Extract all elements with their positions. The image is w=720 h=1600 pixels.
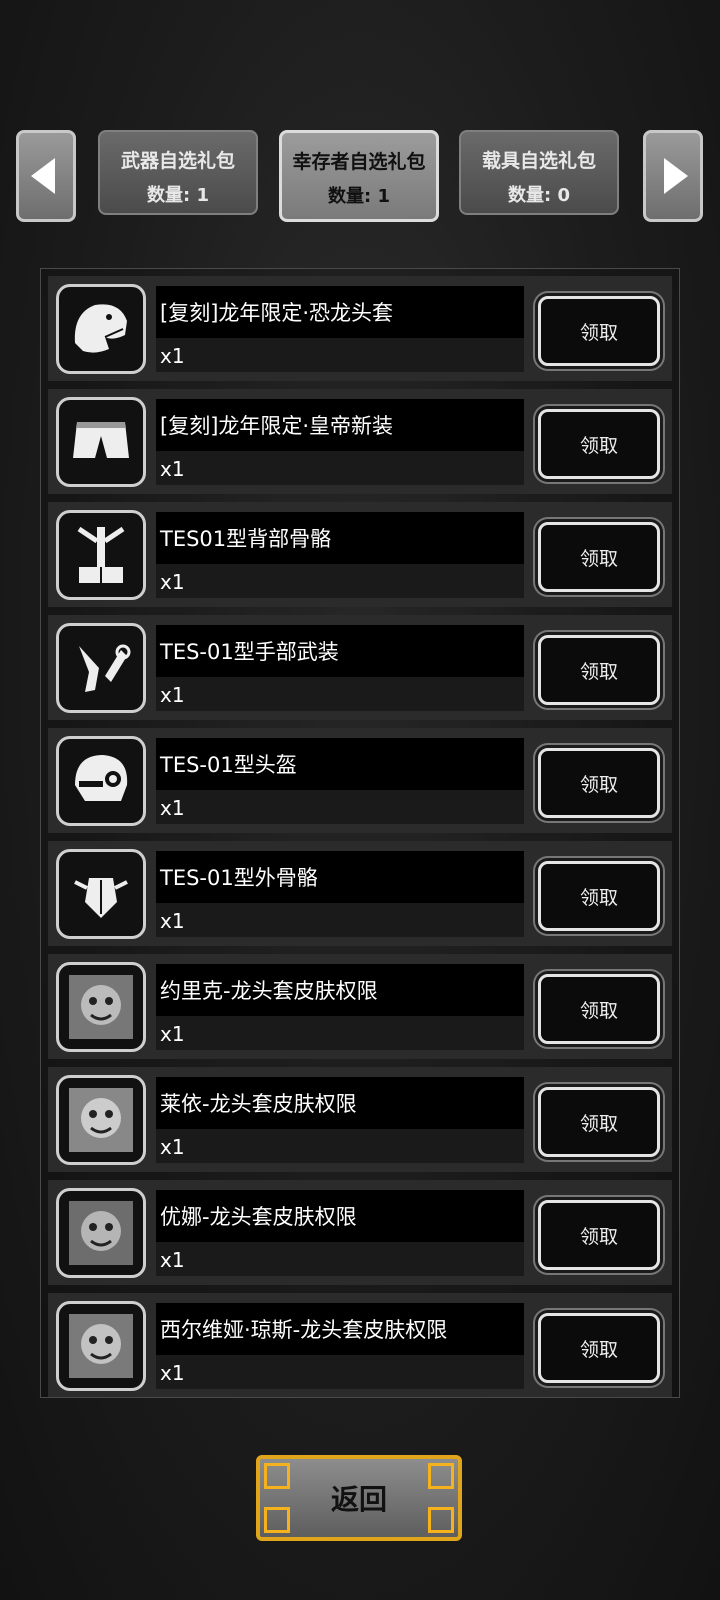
item-name: 约里克-龙头套皮肤权限: [156, 964, 524, 1016]
list-item: TES01型背部骨骼 x1 领取: [48, 502, 672, 607]
next-tab-button[interactable]: [643, 130, 703, 222]
list-item: 约里克-龙头套皮肤权限 x1 领取: [48, 954, 672, 1059]
item-name: TES-01型头盔: [156, 738, 524, 790]
tab-count: 数量: 1: [147, 185, 209, 206]
dragon-skin-portrait-icon: [56, 1301, 146, 1391]
hand-armor-icon: [56, 623, 146, 713]
claim-button[interactable]: 领取: [538, 409, 660, 479]
tab-count: 数量: 1: [328, 186, 390, 207]
arrow-right-icon: [664, 158, 688, 194]
item-quantity: x1: [156, 903, 524, 937]
dragon-skin-portrait-icon: [56, 1075, 146, 1165]
shorts-icon: [56, 397, 146, 487]
claim-button[interactable]: 领取: [538, 748, 660, 818]
item-quantity: x1: [156, 1242, 524, 1276]
tab-label: 幸存者自选礼包: [292, 151, 426, 173]
back-exoskeleton-icon: [56, 510, 146, 600]
tab-vehicle-pack[interactable]: 载具自选礼包 数量: 0: [459, 130, 619, 215]
item-quantity: x1: [156, 677, 524, 711]
list-item: TES-01型手部武装 x1 领取: [48, 615, 672, 720]
tab-label: 武器自选礼包: [120, 150, 235, 172]
claim-button[interactable]: 领取: [538, 635, 660, 705]
list-item: [复刻]龙年限定·皇帝新装 x1 领取: [48, 389, 672, 494]
item-quantity: x1: [156, 564, 524, 598]
list-item: TES-01型头盔 x1 领取: [48, 728, 672, 833]
list-item: 西尔维娅·琼斯-龙头套皮肤权限 x1 领取: [48, 1293, 672, 1397]
corner-ornament-icon: [264, 1507, 290, 1533]
item-name: 莱依-龙头套皮肤权限: [156, 1077, 524, 1129]
reward-list[interactable]: [复刻]龙年限定·恐龙头套 x1 领取 [复刻]龙年限定·皇帝新装 x1 领取 …: [40, 268, 680, 1398]
tab-survivor-pack[interactable]: 幸存者自选礼包 数量: 1: [279, 130, 439, 222]
item-quantity: x1: [156, 1355, 524, 1389]
item-quantity: x1: [156, 451, 524, 485]
arrow-left-icon: [31, 158, 55, 194]
item-quantity: x1: [156, 1129, 524, 1163]
list-item: [复刻]龙年限定·恐龙头套 x1 领取: [48, 276, 672, 381]
tab-count: 数量: 0: [508, 185, 570, 206]
item-name: 西尔维娅·琼斯-龙头套皮肤权限: [156, 1303, 524, 1355]
claim-button[interactable]: 领取: [538, 296, 660, 366]
item-name: TES01型背部骨骼: [156, 512, 524, 564]
item-name: TES-01型外骨骼: [156, 851, 524, 903]
corner-ornament-icon: [264, 1463, 290, 1489]
item-quantity: x1: [156, 1016, 524, 1050]
item-quantity: x1: [156, 338, 524, 372]
item-name: 优娜-龙头套皮肤权限: [156, 1190, 524, 1242]
item-quantity: x1: [156, 790, 524, 824]
item-name: [复刻]龙年限定·皇帝新装: [156, 399, 524, 451]
helmet-icon: [56, 736, 146, 826]
dragon-skin-portrait-icon: [56, 1188, 146, 1278]
tab-weapon-pack[interactable]: 武器自选礼包 数量: 1: [98, 130, 258, 215]
list-item: 优娜-龙头套皮肤权限 x1 领取: [48, 1180, 672, 1285]
claim-button[interactable]: 领取: [538, 1313, 660, 1383]
exoskeleton-icon: [56, 849, 146, 939]
claim-button[interactable]: 领取: [538, 974, 660, 1044]
corner-ornament-icon: [428, 1507, 454, 1533]
claim-button[interactable]: 领取: [538, 522, 660, 592]
tab-label: 载具自选礼包: [481, 150, 596, 172]
back-button-label: 返回: [330, 1483, 387, 1516]
claim-button[interactable]: 领取: [538, 1200, 660, 1270]
claim-button[interactable]: 领取: [538, 861, 660, 931]
list-item: 莱依-龙头套皮肤权限 x1 领取: [48, 1067, 672, 1172]
item-name: TES-01型手部武装: [156, 625, 524, 677]
dragon-skin-portrait-icon: [56, 962, 146, 1052]
back-button[interactable]: 返回: [256, 1455, 462, 1541]
list-item: TES-01型外骨骼 x1 领取: [48, 841, 672, 946]
item-name: [复刻]龙年限定·恐龙头套: [156, 286, 524, 338]
prev-tab-button[interactable]: [16, 130, 76, 222]
claim-button[interactable]: 领取: [538, 1087, 660, 1157]
dinosaur-head-icon: [56, 284, 146, 374]
corner-ornament-icon: [428, 1463, 454, 1489]
